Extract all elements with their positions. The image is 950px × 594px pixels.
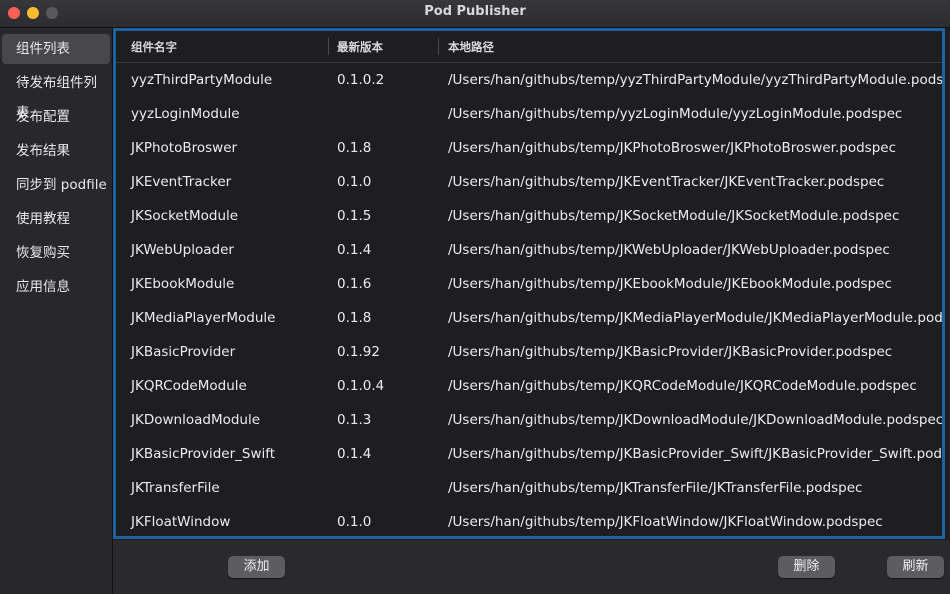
sidebar-item[interactable]: 组件列表: [2, 34, 110, 64]
table-row[interactable]: JKTransferFile/Users/han/githubs/temp/JK…: [116, 471, 942, 505]
cell-version: 0.1.0.4: [337, 378, 385, 394]
column-divider[interactable]: [328, 38, 329, 55]
table-row[interactable]: JKEbookModule 0.1.6/Users/han/githubs/tem…: [116, 267, 942, 301]
table-row[interactable]: JKSocketModule 0.1.5/Users/han/githubs/te…: [116, 199, 942, 233]
add-button[interactable]: 添加: [228, 556, 285, 578]
sidebar-item[interactable]: 使用教程: [2, 204, 110, 234]
cell-name: JKEbookModule: [131, 276, 235, 292]
cell-path: /Users/han/githubs/temp/JKDownloadModule…: [448, 412, 944, 428]
cell-name: JKMediaPlayerModule: [131, 310, 276, 326]
sidebar-item[interactable]: 恢复购买: [2, 238, 110, 268]
delete-button[interactable]: 删除: [778, 556, 835, 578]
sidebar: 组件列表待发布组件列表 发布配置发布结果同步到 podfile 使用教程恢复购买应用…: [0, 28, 113, 594]
bottom-toolbar: 添加 删除 刷新: [113, 540, 950, 594]
cell-version: 0.1.8: [337, 310, 372, 326]
column-header-name[interactable]: 组件名字: [131, 39, 177, 55]
cell-version: 0.1.92: [337, 344, 380, 360]
cell-version: 0.1.4: [337, 446, 372, 462]
cell-name: JKQRCodeModule: [131, 378, 247, 394]
cell-path: /Users/han/githubs/temp/JKWebUploader/JK…: [448, 242, 890, 258]
cell-name: JKBasicProvider_Swift: [131, 446, 276, 462]
table-row[interactable]: JKEventTracker 0.1.0/Users/han/githubs/te…: [116, 165, 942, 199]
cell-path: /Users/han/githubs/temp/yyzThirdPartyMod…: [448, 72, 945, 88]
table-row[interactable]: JKQRCodeModule 0.1.0.4/Users/han/githubs/…: [116, 369, 942, 403]
cell-path: /Users/han/githubs/temp/JKQRCodeModule/J…: [448, 378, 917, 394]
app-window: Pod Publisher 组件列表待发布组件列表 发布配置发布结果同步到 pod…: [0, 0, 950, 594]
sidebar-list: 组件列表待发布组件列表 发布配置发布结果同步到 podfile 使用教程恢复购买应用…: [0, 28, 112, 302]
cell-path: /Users/han/githubs/temp/JKEventTracker/J…: [448, 174, 885, 190]
title-bar[interactable]: Pod Publisher: [0, 0, 950, 28]
cell-version: 0.1.5: [337, 208, 372, 224]
cell-version: 0.1.0.2: [337, 72, 385, 88]
cell-name: JKTransferFile: [131, 480, 220, 496]
cell-name: JKSocketModule: [131, 208, 239, 224]
cell-version: 0.1.8: [337, 140, 372, 156]
cell-version: 0.1.6: [337, 276, 372, 292]
table-header: 组件名字 最新版本 本地路径: [116, 31, 942, 63]
cell-version: 0.1.0: [337, 514, 372, 530]
table-row[interactable]: JKPhotoBroswer 0.1.8/Users/han/githubs/te…: [116, 131, 942, 165]
refresh-button[interactable]: 刷新: [887, 556, 944, 578]
table-row[interactable]: JKDownloadModule 0.1.3/Users/han/githubs/…: [116, 403, 942, 437]
cell-name: JKFloatWindow: [131, 514, 231, 530]
cell-path: /Users/han/githubs/temp/yyzLoginModule/y…: [448, 106, 903, 122]
column-header-version[interactable]: 最新版本: [337, 39, 383, 55]
sidebar-item[interactable]: 同步到 podfile: [2, 170, 110, 200]
table-row[interactable]: yyzLoginModule/Users/han/githubs/temp/yy…: [116, 97, 942, 131]
table-row[interactable]: yyzThirdPartyModule 0.1.0.2/Users/han/git…: [116, 63, 942, 97]
cell-name: JKPhotoBroswer: [131, 140, 238, 156]
cell-name: JKEventTracker: [131, 174, 232, 190]
cell-path: /Users/han/githubs/temp/JKBasicProvider/…: [448, 344, 893, 360]
table-row[interactable]: JKBasicProvider_Swift 0.1.4/Users/han/git…: [116, 437, 942, 471]
cell-name: JKBasicProvider: [131, 344, 236, 360]
component-table[interactable]: 组件名字 最新版本 本地路径 yyzThirdPartyModule 0.1.0.…: [113, 28, 945, 539]
table-row[interactable]: JKBasicProvider 0.1.92/Users/han/githubs/…: [116, 335, 942, 369]
cell-path: /Users/han/githubs/temp/JKTransferFile/J…: [448, 480, 863, 496]
table-row[interactable]: JKFloatWindow 0.1.0/Users/han/githubs/tem…: [116, 505, 942, 536]
cell-path: /Users/han/githubs/temp/JKMediaPlayerMod…: [448, 310, 945, 326]
column-divider[interactable]: [438, 38, 439, 55]
sidebar-item[interactable]: 应用信息: [2, 272, 110, 302]
cell-path: /Users/han/githubs/temp/JKEbookModule/JK…: [448, 276, 892, 292]
window-title: Pod Publisher: [424, 4, 526, 19]
sidebar-item[interactable]: 待发布组件列表: [2, 68, 110, 121]
cell-name: JKDownloadModule: [131, 412, 261, 428]
cell-path: /Users/han/githubs/temp/JKFloatWindow/JK…: [448, 514, 883, 530]
table-body: yyzThirdPartyModule 0.1.0.2/Users/han/git…: [116, 63, 942, 536]
cell-path: /Users/han/githubs/temp/JKPhotoBroswer/J…: [448, 140, 897, 156]
column-header-path[interactable]: 本地路径: [448, 39, 494, 55]
sidebar-item[interactable]: 发布配置: [2, 102, 110, 132]
cell-version: 0.1.0: [337, 174, 372, 190]
cell-version: 0.1.3: [337, 412, 372, 428]
cell-version: 0.1.4: [337, 242, 372, 258]
sidebar-item[interactable]: 发布结果: [2, 136, 110, 166]
cell-path: /Users/han/githubs/temp/JKBasicProvider_…: [448, 446, 945, 462]
cell-name: yyzThirdPartyModule: [131, 72, 273, 88]
table-row[interactable]: JKMediaPlayerModule 0.1.8/Users/han/githu…: [116, 301, 942, 335]
cell-name: JKWebUploader: [131, 242, 234, 258]
table-row[interactable]: JKWebUploader 0.1.4/Users/han/githubs/tem…: [116, 233, 942, 267]
cell-path: /Users/han/githubs/temp/JKSocketModule/J…: [448, 208, 900, 224]
cell-name: yyzLoginModule: [131, 106, 240, 122]
